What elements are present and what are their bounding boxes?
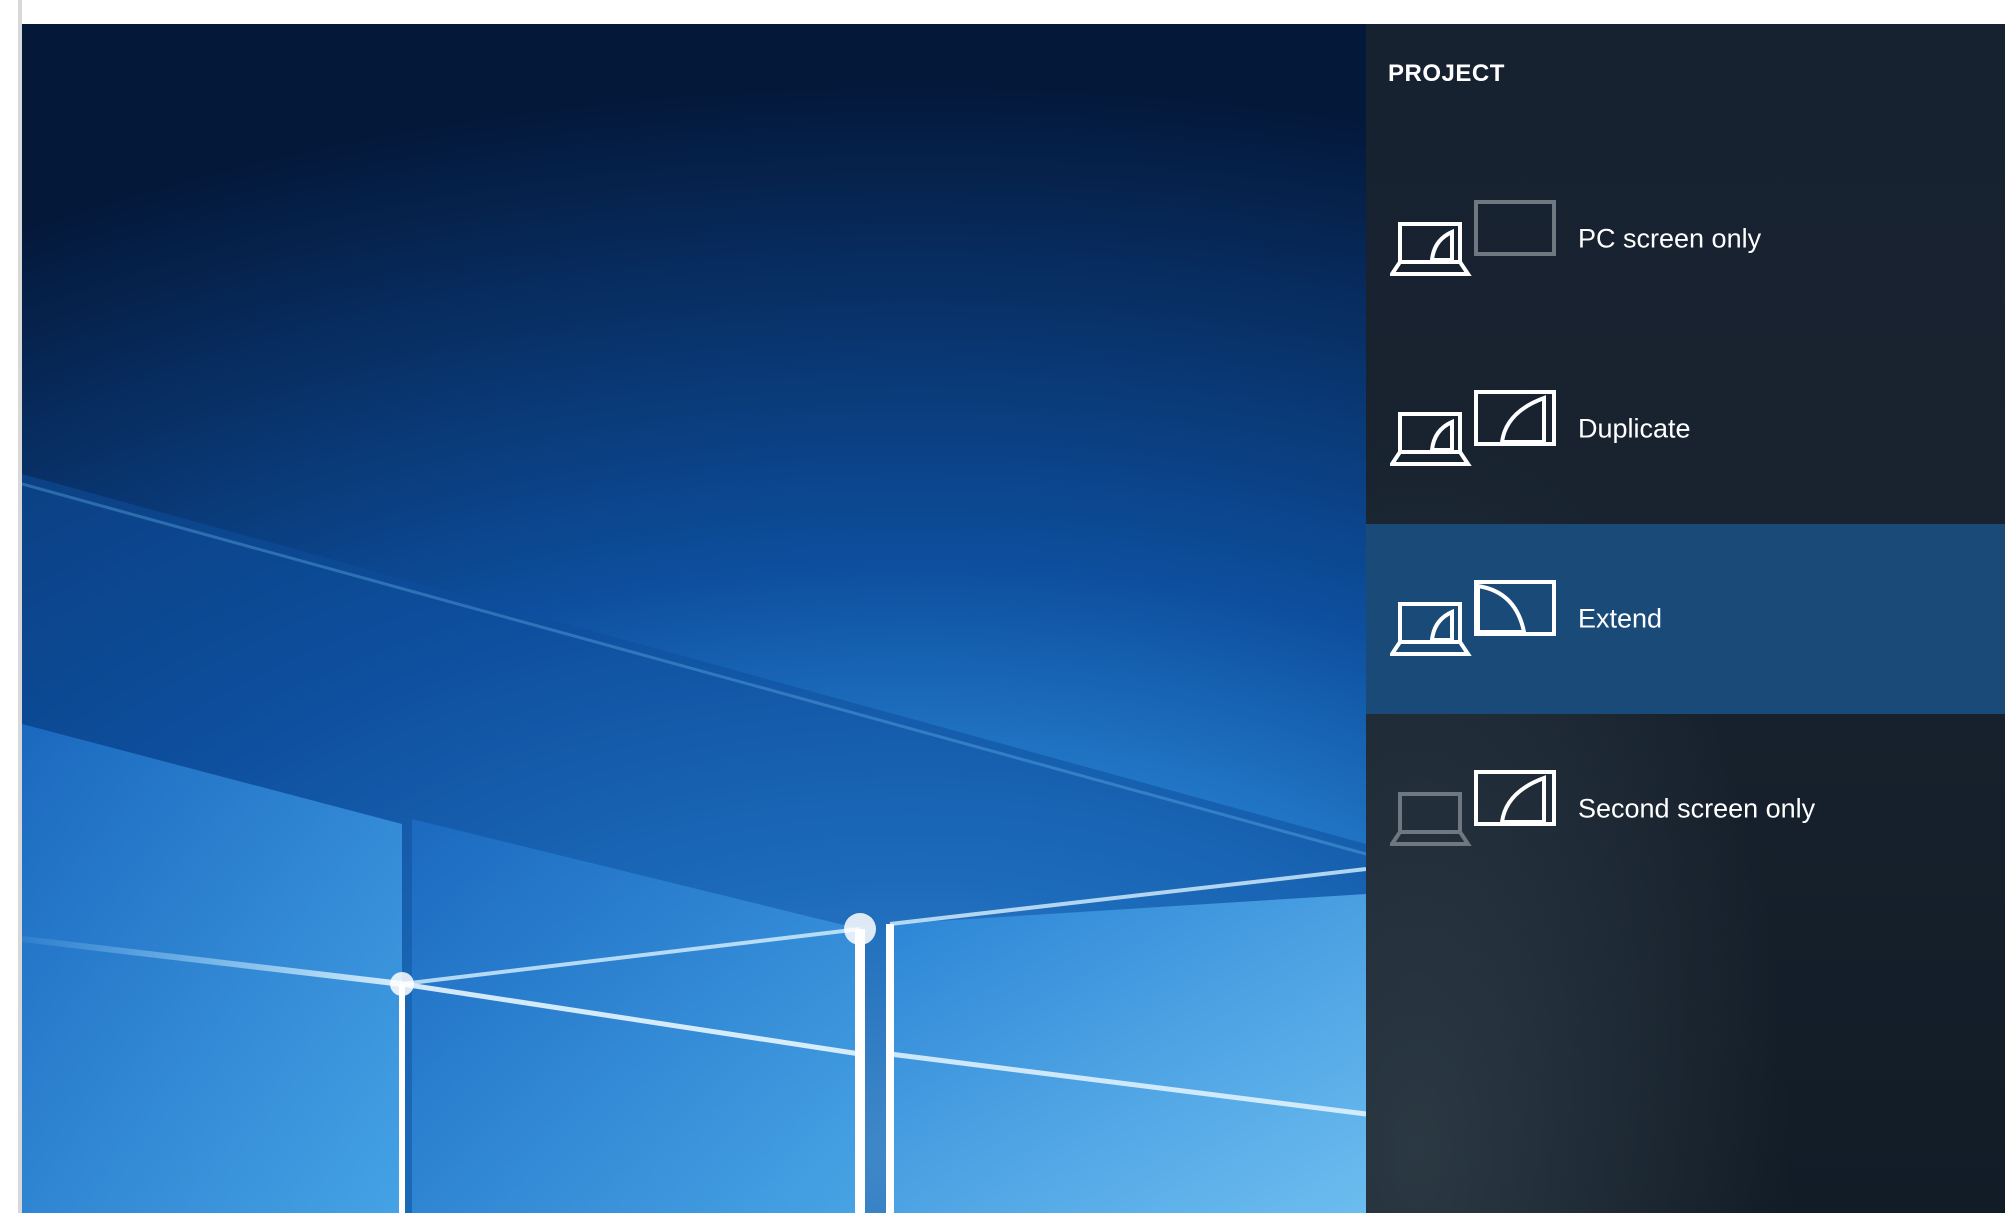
panel-title: PROJECT — [1388, 60, 1505, 87]
window-frame: PROJECT PC screen only Duplicate Extend … — [0, 0, 2005, 1213]
desktop-screen: PROJECT PC screen only Duplicate Extend … — [22, 24, 2005, 1213]
option-duplicate[interactable]: Duplicate — [1366, 334, 2005, 524]
extend-icon — [1390, 580, 1556, 656]
option-extend[interactable]: Extend — [1366, 524, 2005, 714]
option-label: Duplicate — [1578, 413, 1691, 444]
project-panel: PROJECT PC screen only Duplicate Extend … — [1366, 24, 2005, 1213]
option-second-screen-only[interactable]: Second screen only — [1366, 714, 2005, 904]
duplicate-icon — [1390, 390, 1556, 466]
pc-screen-only-icon — [1390, 200, 1556, 276]
second-screen-only-icon — [1390, 770, 1556, 846]
option-label: Extend — [1578, 603, 1663, 634]
option-label: Second screen only — [1578, 793, 1816, 824]
option-pc-screen-only[interactable]: PC screen only — [1366, 144, 2005, 334]
option-label: PC screen only — [1578, 223, 1762, 254]
